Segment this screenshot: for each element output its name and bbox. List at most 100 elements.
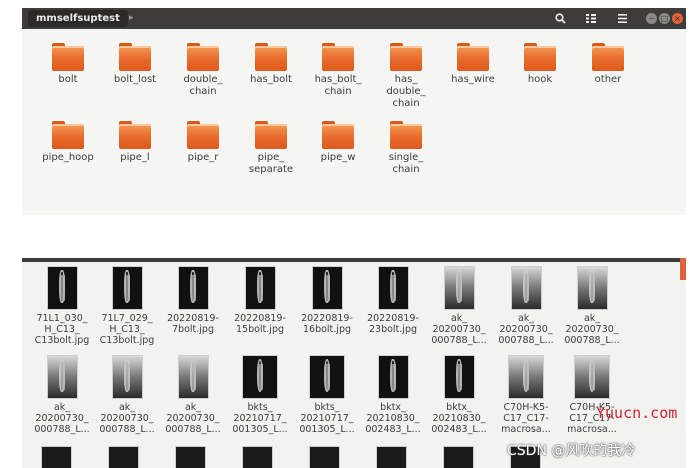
image-file-item[interactable]: ak_ 20200730_ 000788_L... — [160, 355, 226, 435]
folder-item[interactable]: pipe_ separate — [237, 121, 305, 176]
image-thumbnail — [111, 266, 143, 310]
thumbnail-row-partial[interactable] — [309, 446, 340, 468]
image-file-item[interactable]: C70H-K5- C17_C17- macrosa... — [559, 355, 625, 435]
folder-icon — [52, 43, 84, 71]
folder-item[interactable]: pipe_hoop — [34, 121, 102, 164]
image-thumbnail — [574, 355, 610, 399]
folder-icon — [524, 43, 556, 71]
window-edge-accent — [680, 258, 686, 280]
image-thumbnail — [242, 355, 278, 399]
image-file-item[interactable]: ak_ 20200730_ 000788_L... — [426, 266, 492, 346]
folder-item[interactable]: has_wire — [439, 43, 507, 86]
thumbnail-row-partial[interactable] — [108, 446, 139, 468]
image-file-item[interactable]: bktx_ 20210830_ 002483_L... — [426, 355, 492, 435]
image-file-item[interactable]: bkts_ 20210717_ 001305_L... — [294, 355, 360, 435]
file-manager-window-images: 71L1_030_ H_C13_ C13bolt.jpg 71L7_029_ H_C13… — [22, 258, 686, 468]
image-filename: 20220819- 23bolt.jpg — [367, 313, 419, 335]
folder-label: has_ double_ chain — [386, 74, 426, 109]
folder-icon — [255, 43, 287, 71]
folder-label: has_bolt_ chain — [314, 74, 362, 97]
watermark-csdn: CSDN @风吹的我冷 — [507, 443, 636, 459]
folder-label: pipe_hoop — [42, 152, 94, 163]
folder-item[interactable]: has_bolt_ chain — [304, 43, 372, 98]
folder-item[interactable]: pipe_l — [101, 121, 169, 164]
image-filename: ak_ 20200730_ 000788_L... — [34, 402, 90, 435]
image-thumbnail — [377, 266, 409, 310]
folder-icon — [187, 43, 219, 71]
thumbnail-row-partial[interactable] — [175, 446, 206, 468]
folder-icon — [457, 43, 489, 71]
folder-item[interactable]: has_bolt — [237, 43, 305, 86]
image-thumbnail — [177, 355, 209, 399]
folder-label: single_ chain — [388, 152, 424, 175]
search-button[interactable] — [549, 8, 571, 29]
image-file-item[interactable]: bkts_ 20210717_ 001305_L... — [227, 355, 293, 435]
image-filename: bktx_ 20210830_ 002483_L... — [431, 402, 487, 435]
view-toggle-button[interactable] — [580, 8, 602, 29]
image-thumbnail — [443, 355, 475, 399]
image-file-item[interactable]: ak_ 20200730_ 000788_L... — [94, 355, 160, 435]
menu-button[interactable] — [611, 8, 633, 29]
image-thumbnail — [46, 355, 78, 399]
header-bar: mmselfsuptest ▸ − □ × — [22, 8, 686, 29]
thumbnail-row-partial[interactable] — [443, 446, 474, 468]
image-file-item[interactable]: ak_ 20200730_ 000788_L... — [493, 266, 559, 346]
thumbnail-row-partial[interactable] — [41, 446, 72, 468]
image-file-item[interactable]: C70H-K5- C17_C17- macrosa... — [493, 355, 559, 435]
folder-icon — [322, 121, 354, 149]
image-filename: ak_ 20200730_ 000788_L... — [564, 313, 620, 346]
folder-item[interactable]: other — [574, 43, 642, 86]
thumbnail-row-partial[interactable] — [242, 446, 273, 468]
folder-item[interactable]: bolt — [34, 43, 102, 86]
image-file-item[interactable]: 71L7_029_ H_C13_ C13bolt.jpg — [94, 266, 160, 346]
folder-icon — [187, 121, 219, 149]
folder-item[interactable]: pipe_w — [304, 121, 372, 164]
image-filename: ak_ 20200730_ 000788_L... — [165, 402, 221, 435]
path-button-current[interactable]: mmselfsuptest — [28, 10, 128, 27]
image-file-item[interactable]: bktx_ 20210830_ 002483_L... — [360, 355, 426, 435]
folder-item[interactable]: bolt_lost — [101, 43, 169, 86]
image-file-item[interactable]: 20220819- 23bolt.jpg — [360, 266, 426, 335]
maximize-button[interactable]: □ — [659, 13, 670, 24]
image-thumbnail — [443, 266, 475, 310]
image-filename: ak_ 20200730_ 000788_L... — [498, 313, 554, 346]
image-thumbnail — [309, 355, 345, 399]
image-thumbnail — [311, 266, 343, 310]
image-file-item[interactable]: ak_ 20200730_ 000788_L... — [29, 355, 95, 435]
folder-item[interactable]: double_ chain — [169, 43, 237, 98]
image-thumbnail — [244, 266, 276, 310]
image-thumbnail — [177, 266, 209, 310]
folder-item[interactable]: has_ double_ chain — [372, 43, 440, 110]
image-thumbnail — [377, 355, 409, 399]
image-filename: ak_ 20200730_ 000788_L... — [99, 402, 155, 435]
thumbnail-row-partial[interactable] — [376, 446, 407, 468]
image-filename: 20220819- 15bolt.jpg — [234, 313, 286, 335]
image-filename: bkts_ 20210717_ 001305_L... — [299, 402, 355, 435]
folder-label: pipe_l — [120, 152, 150, 163]
folder-icon — [390, 43, 422, 71]
image-filename: bkts_ 20210717_ 001305_L... — [232, 402, 288, 435]
image-file-item[interactable]: 20220819- 15bolt.jpg — [227, 266, 293, 335]
path-forward-arrow-icon[interactable]: ▸ — [129, 10, 134, 27]
folder-icon — [255, 121, 287, 149]
image-file-item[interactable]: 20220819- 16bolt.jpg — [294, 266, 360, 335]
hamburger-menu-icon — [617, 14, 627, 23]
image-thumbnail — [508, 355, 544, 399]
close-button[interactable]: × — [672, 13, 683, 24]
image-file-item[interactable]: 20220819- 7bolt.jpg — [160, 266, 226, 335]
folder-icon — [322, 43, 354, 71]
folder-label: has_wire — [451, 74, 495, 85]
image-thumbnail — [576, 266, 608, 310]
grid-view-icon — [586, 14, 596, 23]
image-filename: 20220819- 16bolt.jpg — [301, 313, 353, 335]
folder-item[interactable]: hook — [506, 43, 574, 86]
folder-item[interactable]: pipe_r — [169, 121, 237, 164]
watermark-site: Yuucn.com — [596, 404, 678, 422]
folder-label: double_ chain — [183, 74, 223, 97]
minimize-button[interactable]: − — [646, 13, 657, 24]
folder-item[interactable]: single_ chain — [372, 121, 440, 176]
image-file-item[interactable]: 71L1_030_ H_C13_ C13bolt.jpg — [29, 266, 95, 346]
minimize-icon: − — [648, 14, 655, 23]
folder-icon — [592, 43, 624, 71]
image-file-item[interactable]: ak_ 20200730_ 000788_L... — [559, 266, 625, 346]
